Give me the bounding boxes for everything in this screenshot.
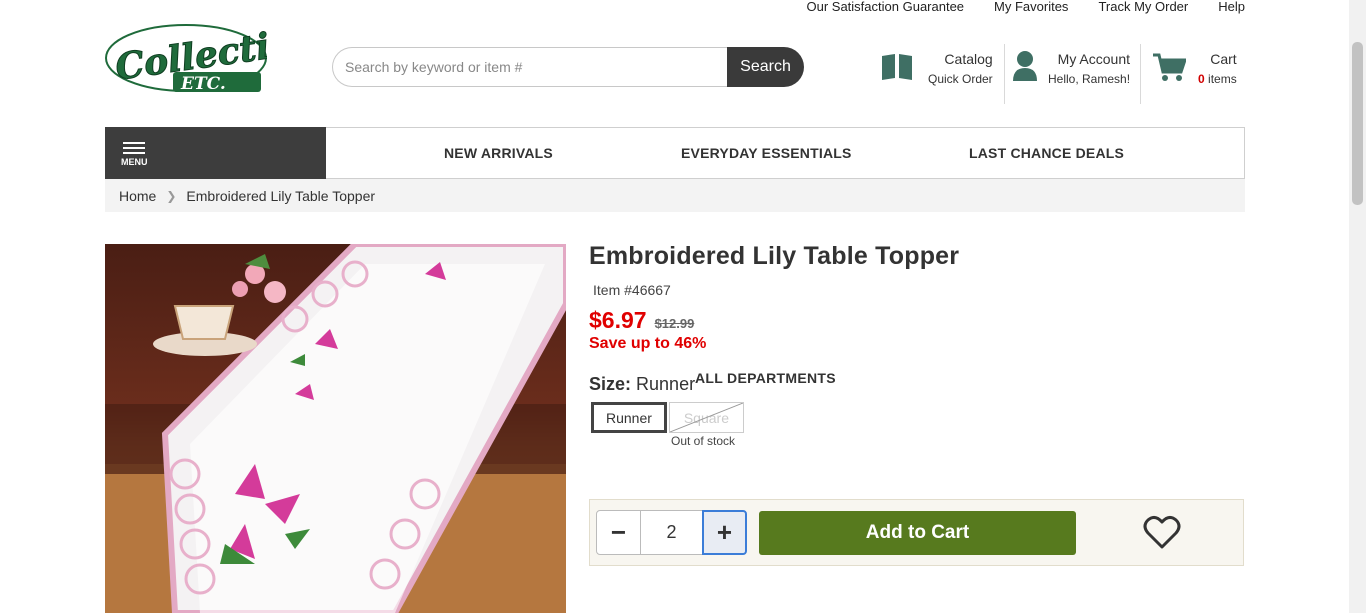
decrease-quantity-button[interactable]: − (596, 510, 641, 555)
my-account[interactable]: My Account Hello, Ramesh! (1012, 50, 1134, 106)
chevron-right-icon: ❯ (166, 188, 177, 203)
product-image[interactable] (105, 244, 566, 613)
sale-price: $6.97 (589, 307, 647, 333)
price-block: $6.97 $12.99 (589, 307, 694, 334)
cart-icon (1152, 52, 1188, 87)
menu-icon: MENU (121, 139, 148, 167)
size-selector-label: Size: Runner (589, 374, 695, 395)
quantity-stepper: − 2 + (596, 510, 747, 555)
unavailable-slash-icon (669, 403, 743, 432)
increase-quantity-button[interactable]: + (702, 510, 747, 555)
add-to-cart-button[interactable]: Add to Cart (759, 511, 1076, 555)
header-divider (1004, 44, 1005, 104)
page-scrollbar[interactable] (1349, 0, 1366, 613)
site-logo[interactable]: Collections ETC. (105, 15, 343, 96)
size-label: Size: (589, 374, 632, 394)
heart-icon[interactable] (1143, 514, 1181, 550)
catalog-label: Catalog (944, 51, 993, 67)
size-options: Runner Square (591, 402, 744, 433)
out-of-stock-note: Out of stock (671, 434, 736, 448)
user-icon (1012, 50, 1038, 87)
savings-text: Save up to 46% (589, 335, 707, 352)
size-option-square: Square (668, 402, 744, 433)
satisfaction-guarantee-link[interactable]: Our Satisfaction Guarantee (807, 0, 965, 14)
cart-link[interactable]: Cart 0 items (1152, 50, 1238, 106)
breadcrumb-home[interactable]: Home (119, 188, 156, 204)
product-title: Embroidered Lily Table Topper (589, 242, 960, 270)
svg-text:ETC.: ETC. (180, 74, 226, 94)
original-price: $12.99 (654, 316, 695, 331)
cart-count: 0 (1198, 72, 1205, 86)
utility-nav: Our Satisfaction Guarantee My Favorites … (777, 0, 1246, 14)
all-departments-label: ALL DEPARTMENTS (695, 370, 836, 386)
catalog-text: Catalog Quick Order (928, 50, 993, 88)
track-order-link[interactable]: Track My Order (1098, 0, 1188, 14)
cart-items-label: items (1208, 72, 1237, 86)
cart-text: Cart 0 items (1198, 50, 1237, 88)
size-value: Runner (636, 374, 696, 394)
add-to-cart-panel: − 2 + Add to Cart (589, 499, 1244, 566)
quantity-input[interactable]: 2 (641, 510, 702, 555)
cart-label: Cart (1210, 51, 1237, 67)
breadcrumb: Home ❯ Embroidered Lily Table Topper (105, 179, 1245, 212)
search-bar: Search (332, 47, 804, 87)
book-icon (880, 52, 914, 85)
breadcrumb-current: Embroidered Lily Table Topper (186, 187, 376, 204)
my-favorites-link[interactable]: My Favorites (994, 0, 1068, 14)
search-button[interactable]: Search (727, 47, 804, 87)
header-divider (1140, 44, 1141, 104)
scrollbar-thumb[interactable] (1352, 42, 1363, 205)
catalog-quick-order[interactable]: Catalog Quick Order (880, 50, 994, 106)
nav-last-chance-deals[interactable]: LAST CHANCE DEALS (969, 145, 1124, 161)
cart-items-summary: 0 items (1198, 70, 1237, 88)
nav-everyday-essentials[interactable]: EVERYDAY ESSENTIALS (681, 145, 852, 161)
help-link[interactable]: Help (1218, 0, 1245, 14)
nav-new-arrivals[interactable]: NEW ARRIVALS (444, 145, 553, 161)
size-option-runner[interactable]: Runner (591, 402, 667, 433)
search-input[interactable] (332, 47, 727, 87)
menu-label: MENU (121, 156, 148, 167)
account-text: My Account Hello, Ramesh! (1048, 50, 1130, 88)
greeting: Hello, Ramesh! (1048, 72, 1131, 86)
item-number: Item #46667 (593, 282, 671, 298)
my-account-label: My Account (1057, 51, 1131, 67)
main-nav: MENU ALL DEPARTMENTS NEW ARRIVALS EVERYD… (105, 126, 1245, 386)
quick-order-label: Quick Order (928, 72, 993, 86)
all-departments-button[interactable]: MENU ALL DEPARTMENTS (105, 126, 836, 386)
